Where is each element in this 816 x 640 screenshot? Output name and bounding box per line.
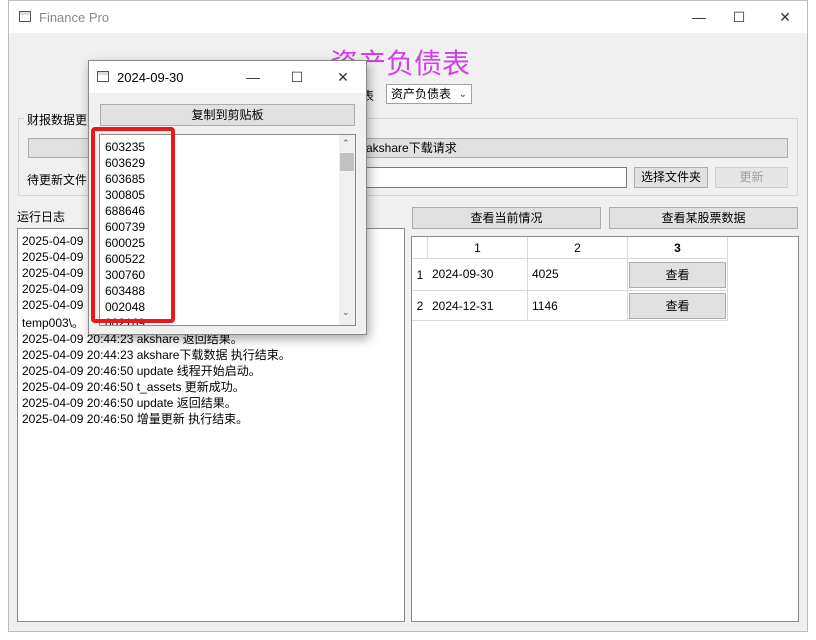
close-button[interactable]: ✕ (767, 5, 803, 29)
close-icon: ✕ (779, 8, 791, 25)
dialog-titlebar[interactable]: 2024-09-30 — ☐ ✕ (89, 61, 366, 93)
minimize-icon: — (246, 69, 260, 85)
list-scrollbar[interactable]: ⌃ ⌄ (339, 135, 355, 325)
scroll-up-icon[interactable]: ⌃ (342, 138, 350, 149)
log-line: 2025-04-09 20:46:50 t_assets 更新成功。 (22, 380, 245, 394)
table-corner (412, 237, 428, 259)
count-cell[interactable]: 4025 (528, 259, 628, 291)
update-button[interactable]: 更新 (715, 167, 788, 188)
log-line: 2025-04-09 20:46:50 update 线程开始启动。 (22, 364, 261, 378)
chevron-down-icon: ⌄ (458, 89, 467, 100)
dialog-close-button[interactable]: ✕ (325, 65, 361, 89)
date-cell[interactable]: 2024-12-31 (428, 291, 528, 321)
log-line: 2025-04-09 20:46:50 update 返回结果。 (22, 396, 237, 410)
log-line: 2025-04-09 (22, 250, 84, 264)
close-icon: ✕ (337, 68, 349, 85)
log-line: 2025-04-09 (22, 298, 84, 312)
main-window-title: Finance Pro (39, 10, 110, 25)
report-type-select[interactable]: 资产负债表 ⌄ (386, 84, 472, 104)
column-header[interactable]: 1 (428, 237, 528, 259)
dialog-window-icon (97, 71, 109, 82)
log-line: 2025-04-09 (22, 234, 84, 248)
results-table: 1 2 3 1 2024-09-30 4025 查看 2 2024-12-31 … (411, 236, 799, 622)
dialog-minimize-button[interactable]: — (235, 65, 271, 89)
minimize-button[interactable]: — (681, 5, 717, 29)
maximize-icon: ☐ (732, 8, 746, 25)
maximize-icon: ☐ (290, 68, 304, 85)
log-line: 2025-04-09 (22, 266, 84, 280)
view-stock-button[interactable]: 查看某股票数据 (609, 207, 798, 229)
date-cell[interactable]: 2024-09-30 (428, 259, 528, 291)
view-row-button[interactable]: 查看 (629, 293, 726, 319)
maximize-button[interactable]: ☐ (721, 5, 757, 29)
akshare-download-label: akshare下载请求 (366, 141, 457, 155)
dialog-maximize-button[interactable]: ☐ (279, 65, 315, 89)
app-window-icon (19, 11, 31, 22)
log-line: temp003\。 (22, 316, 85, 330)
row-header[interactable]: 2 (412, 291, 428, 321)
pending-files-input[interactable] (360, 167, 627, 188)
log-title: 运行日志 (17, 210, 66, 224)
column-header[interactable]: 2 (528, 237, 628, 259)
pending-files-label: 待更新文件 (27, 173, 88, 187)
dialog-title: 2024-09-30 (117, 70, 184, 85)
action-cell: 查看 (628, 259, 728, 291)
column-header[interactable]: 3 (628, 237, 728, 259)
copy-to-clipboard-button[interactable]: 复制到剪贴板 (100, 104, 355, 126)
scrollbar-thumb[interactable] (340, 153, 354, 171)
log-line: 2025-04-09 (22, 282, 84, 296)
action-cell: 查看 (628, 291, 728, 321)
minimize-icon: — (692, 9, 706, 25)
scroll-down-icon[interactable]: ⌄ (342, 307, 350, 318)
log-line: 2025-04-09 20:46:50 增量更新 执行结束。 (22, 412, 249, 426)
row-header[interactable]: 1 (412, 259, 428, 291)
count-cell[interactable]: 1146 (528, 291, 628, 321)
main-titlebar[interactable]: Finance Pro — ☐ ✕ (9, 1, 807, 33)
view-row-button[interactable]: 查看 (629, 262, 726, 288)
highlight-box (91, 127, 175, 323)
choose-folder-button[interactable]: 选择文件夹 (634, 167, 708, 188)
report-type-value: 资产负债表 (391, 87, 452, 101)
log-line: 2025-04-09 20:44:23 akshare下载数据 执行结束。 (22, 348, 291, 362)
view-current-button[interactable]: 查看当前情况 (412, 207, 601, 229)
update-group-title: 财报数据更 (24, 111, 91, 128)
